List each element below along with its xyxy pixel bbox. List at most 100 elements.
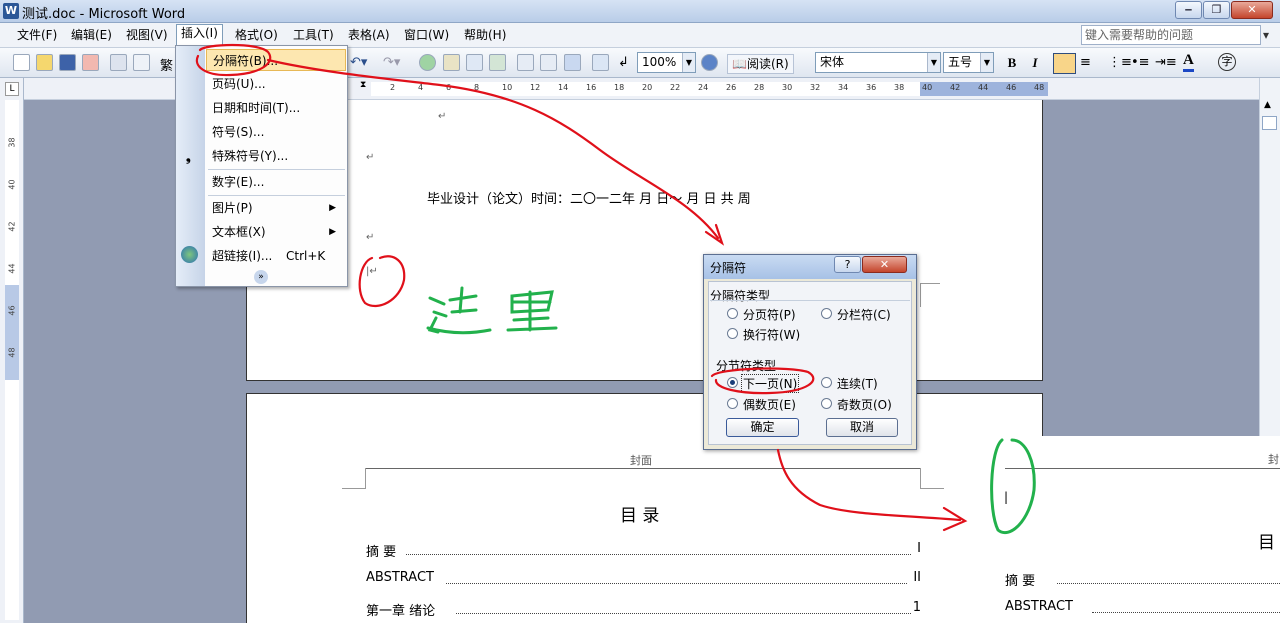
maximize-button[interactable]: ❐ (1203, 1, 1230, 19)
insert-table-icon[interactable] (466, 54, 483, 71)
menu-tools[interactable]: 工具(T) (289, 27, 338, 45)
radio-column-break-label[interactable]: 分栏符(C) (837, 306, 891, 323)
thesis-time-line: 毕业设计（论文）时间：二〇一二年 月 日～ 月 日 共 周 (427, 192, 751, 207)
dialog-help-button[interactable]: ? (834, 256, 861, 273)
menu-item-number[interactable]: 数字(E)... (206, 171, 346, 193)
menu-format[interactable]: 格式(O) (231, 27, 282, 45)
vruler-tick: 38 (7, 137, 17, 148)
tab-stop-selector[interactable]: L (5, 82, 19, 96)
print-icon[interactable] (110, 54, 127, 71)
font-color-icon[interactable]: A (1183, 52, 1194, 72)
clipped-toolbar-button[interactable]: 繁 (160, 55, 173, 74)
drawing-icon[interactable] (540, 54, 557, 71)
page-header-text: 封面 (630, 454, 652, 467)
toc-entry[interactable]: 第一章 绪论 1 (366, 600, 921, 619)
research-icon[interactable] (592, 54, 609, 71)
toc-entry[interactable]: 摘 要 I (366, 541, 921, 560)
title-bar: W 测试.doc - Microsoft Word ‒ ❐ ✕ (0, 0, 1280, 23)
enclose-character-icon[interactable]: 字 (1218, 53, 1236, 71)
help-search-input[interactable]: 键入需要帮助的问题 (1081, 25, 1261, 45)
zoom-select[interactable]: 100% ▼ (637, 52, 696, 73)
section-break-group-label: 分节符类型 (716, 359, 777, 373)
radio-text-wrapping-break[interactable] (727, 328, 738, 339)
help-icon[interactable] (701, 54, 718, 71)
undo-icon[interactable]: ↶▾ (350, 55, 367, 70)
document-map-icon[interactable] (564, 54, 581, 71)
radio-next-page[interactable] (727, 377, 738, 388)
radio-even-page[interactable] (727, 398, 738, 409)
help-dropdown-icon[interactable]: ▾ (1263, 28, 1269, 42)
menu-insert[interactable]: 插入(I) (176, 24, 223, 46)
dialog-title: 分隔符 (710, 261, 747, 275)
menu-item-date-time[interactable]: 日期和时间(T)... (206, 97, 346, 119)
menu-file[interactable]: 文件(F) (13, 27, 61, 45)
redo-icon[interactable]: ↷▾ (383, 55, 400, 70)
menu-window[interactable]: 窗口(W) (400, 27, 453, 45)
menu-help[interactable]: 帮助(H) (460, 27, 510, 45)
radio-continuous[interactable] (821, 377, 832, 388)
reading-layout-button[interactable]: 📖阅读(R) (727, 54, 794, 74)
hruler-tick: 38 (894, 83, 905, 92)
radio-odd-page-label[interactable]: 奇数页(O) (837, 396, 892, 413)
preview-toc-entry: ABSTRACT (1005, 599, 1073, 614)
radio-odd-page[interactable] (821, 398, 832, 409)
menu-table[interactable]: 表格(A) (344, 27, 394, 45)
toc-entry-page: II (911, 570, 921, 585)
ok-button[interactable]: 确定 (726, 418, 799, 437)
menu-item-special-symbol[interactable]: 特殊符号(Y)... (206, 145, 346, 167)
hruler-tick: 46 (1006, 83, 1017, 92)
close-button[interactable]: ✕ (1231, 1, 1273, 19)
radio-page-break-label[interactable]: 分页符(P) (743, 306, 796, 323)
save-icon[interactable] (59, 54, 76, 71)
align-left-button[interactable] (1053, 53, 1076, 74)
cancel-button[interactable]: 取消 (826, 418, 898, 437)
indent-marker-icon[interactable]: ⧗ (360, 80, 366, 90)
bullets-icon[interactable]: •≡ (1131, 55, 1150, 70)
scrollbar-thumb[interactable] (1262, 116, 1277, 130)
toc-entry[interactable]: ABSTRACT II (366, 570, 921, 588)
radio-even-page-label[interactable]: 偶数页(E) (743, 396, 796, 413)
insert-menu-dropdown: 分隔符(B)... 页码(U)... 日期和时间(T)... 符号(S)... … (175, 45, 348, 287)
hruler-tick: 20 (642, 83, 653, 92)
hruler-tick: 28 (754, 83, 765, 92)
insert-hyperlink-icon[interactable] (419, 54, 436, 71)
italic-button[interactable]: I (1025, 54, 1045, 73)
dialog-close-button[interactable]: ✕ (862, 256, 907, 273)
radio-text-wrapping-label[interactable]: 换行符(W) (743, 326, 800, 343)
align-center-icon[interactable]: ≡ (1080, 55, 1091, 70)
indent-icon[interactable]: ⇥≡ (1155, 55, 1177, 70)
show-hide-marks-icon[interactable]: ↲ (618, 55, 629, 70)
permission-icon[interactable] (82, 54, 99, 71)
margin-corner-mark (920, 283, 940, 307)
menu-item-symbol[interactable]: 符号(S)... (206, 121, 346, 143)
menu-edit[interactable]: 编辑(E) (67, 27, 116, 45)
radio-continuous-label[interactable]: 连续(T) (837, 375, 878, 392)
menu-item-break[interactable]: 分隔符(B)... (206, 49, 346, 71)
menu-item-page-numbers[interactable]: 页码(U)... (206, 73, 346, 95)
font-size-select[interactable]: 五号 ▼ (943, 52, 994, 73)
vruler-tick: 46 (7, 305, 17, 316)
open-folder-icon[interactable] (36, 54, 53, 71)
menu-item-textbox[interactable]: 文本框(X) ▶ (206, 221, 346, 243)
menu-item-hyperlink[interactable]: 超链接(I)... Ctrl+K (206, 245, 346, 267)
chevron-down-icon: ▼ (682, 53, 695, 72)
minimize-button[interactable]: ‒ (1175, 1, 1202, 19)
hruler-tick: 18 (614, 83, 625, 92)
radio-column-break[interactable] (821, 308, 832, 319)
tables-borders-icon[interactable] (443, 54, 460, 71)
expand-menu-chevron-icon[interactable]: » (254, 270, 268, 284)
font-name-select[interactable]: 宋体 ▼ (815, 52, 941, 73)
radio-page-break[interactable] (727, 308, 738, 319)
menu-view[interactable]: 视图(V) (122, 27, 172, 45)
menu-item-picture[interactable]: 图片(P) ▶ (206, 197, 346, 219)
preview-toc-leader (1057, 583, 1280, 584)
bold-button[interactable]: B (1002, 54, 1022, 73)
print-preview-icon[interactable] (133, 54, 150, 71)
columns-icon[interactable] (517, 54, 534, 71)
numbering-icon[interactable]: ⋮≡ (1108, 55, 1132, 70)
radio-next-page-label[interactable]: 下一页(N) (741, 374, 800, 393)
insert-excel-icon[interactable] (489, 54, 506, 71)
new-document-icon[interactable] (13, 54, 30, 71)
hruler-tick: 34 (838, 83, 849, 92)
scroll-up-icon[interactable]: ▲ (1264, 100, 1271, 110)
